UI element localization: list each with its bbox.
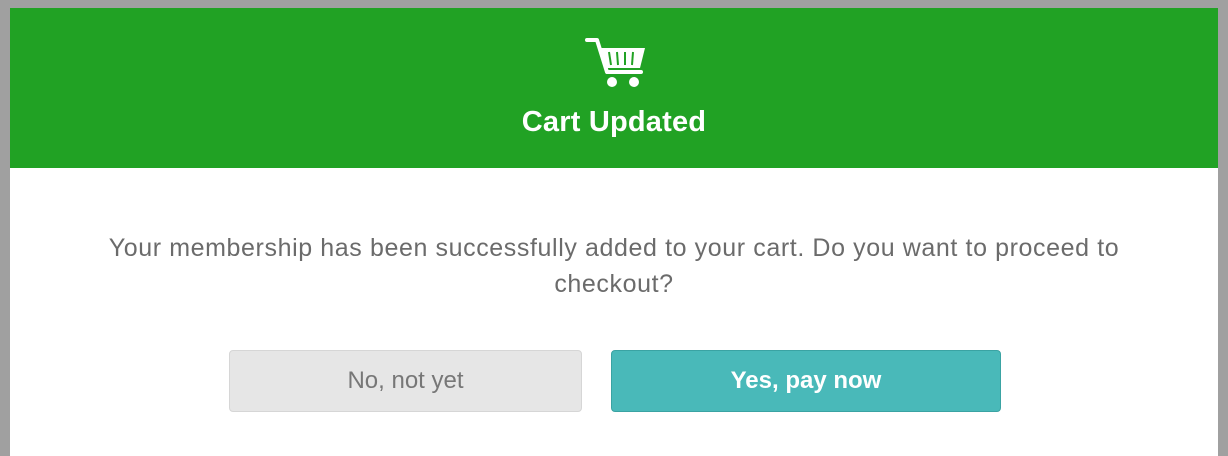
dialog-header: Cart Updated	[10, 8, 1218, 168]
shopping-cart-icon	[585, 38, 645, 87]
yes-pay-now-button[interactable]: Yes, pay now	[611, 350, 1001, 412]
dialog-message: Your membership has been successfully ad…	[108, 234, 1120, 298]
dialog-title: Cart Updated	[521, 106, 707, 138]
cart-updated-dialog: Cart Updated Your membership has been su…	[0, 0, 1228, 456]
no-not-yet-button[interactable]: No, not yet	[229, 350, 582, 412]
dialog-body: Your membership has been successfully ad…	[10, 168, 1218, 456]
